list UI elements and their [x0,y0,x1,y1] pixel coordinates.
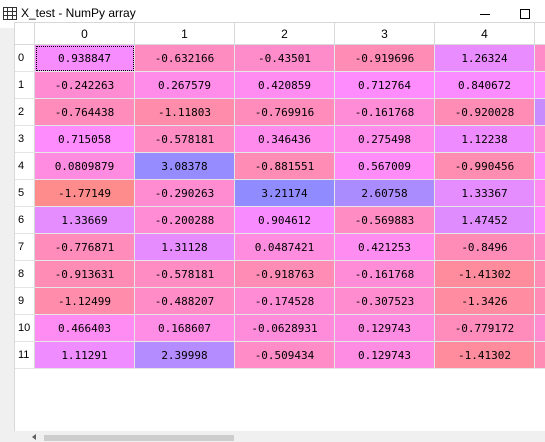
table-cell[interactable]: -0.43501 [235,45,335,72]
table-cell[interactable]: -0.578181 [135,126,235,153]
table-cell-overflow[interactable] [535,45,545,72]
minimize-button[interactable] [475,4,495,24]
scroll-left-icon[interactable] [32,434,36,440]
row-header-9[interactable]: 9 [15,288,35,315]
table-cell[interactable]: 0.712764 [335,72,435,99]
row-header-5[interactable]: 5 [15,180,35,207]
table-cell[interactable]: -0.776871 [35,234,135,261]
table-cell[interactable]: 1.47452 [435,207,535,234]
table-cell[interactable]: -0.307523 [335,288,435,315]
row-header-2[interactable]: 2 [15,99,35,126]
table-cell[interactable]: -1.77149 [35,180,135,207]
row-header-7[interactable]: 7 [15,234,35,261]
table-cell[interactable]: 0.129743 [335,315,435,342]
table-cell[interactable]: 0.346436 [235,126,335,153]
row-header-11[interactable]: 11 [15,342,35,369]
table-cell[interactable]: 0.466403 [35,315,135,342]
column-header-3[interactable]: 3 [335,23,435,45]
table-cell-overflow[interactable] [535,261,545,288]
row-header-1[interactable]: 1 [15,72,35,99]
table-cell[interactable]: -0.919696 [335,45,435,72]
table-cell-overflow[interactable] [535,207,545,234]
scrollbar-thumb[interactable] [44,435,234,441]
table-cell[interactable]: 0.0809879 [35,153,135,180]
table-cell[interactable]: 3.21174 [235,180,335,207]
horizontal-scrollbar[interactable] [14,433,545,442]
table-cell[interactable]: -0.509434 [235,342,335,369]
row-header-4[interactable]: 4 [15,153,35,180]
table-cell[interactable]: 0.0487421 [235,234,335,261]
table-cell[interactable]: 1.26324 [435,45,535,72]
table-cell[interactable]: 0.840672 [435,72,535,99]
table-cell[interactable]: -1.3426 [435,288,535,315]
array-table[interactable]: 0 1 2 3 4 0 0.938847 -0.632166 -0.43501 -0.919696… [14,22,545,431]
table-cell-overflow[interactable] [535,234,545,261]
table-cell[interactable]: -0.918763 [235,261,335,288]
table-cell-overflow[interactable] [535,126,545,153]
window-title: X_test - NumPy array [21,6,136,20]
table-cell[interactable]: -0.913631 [35,261,135,288]
table-cell[interactable]: 0.420859 [235,72,335,99]
table-cell[interactable]: -0.779172 [435,315,535,342]
table-cell[interactable]: 1.33669 [35,207,135,234]
table-cell[interactable]: -0.769916 [235,99,335,126]
table-cell[interactable]: -1.41302 [435,342,535,369]
maximize-button[interactable] [515,4,535,24]
table-cell[interactable]: -0.632166 [135,45,235,72]
table-cell[interactable]: -0.0628931 [235,315,335,342]
table-cell-overflow[interactable] [535,180,545,207]
table-cell[interactable]: -1.41302 [435,261,535,288]
table-cell[interactable]: -0.578181 [135,261,235,288]
table-corner [15,23,35,45]
table-cell[interactable]: -0.161768 [335,261,435,288]
table-cell[interactable]: 0.938847 [35,45,135,72]
column-header-1[interactable]: 1 [135,23,235,45]
table-cell-overflow[interactable] [535,342,545,369]
table-cell[interactable]: 0.715058 [35,126,135,153]
table-cell[interactable]: -0.990456 [435,153,535,180]
table-cell[interactable]: 0.421253 [335,234,435,261]
table-cell[interactable]: -0.290263 [135,180,235,207]
table-cell[interactable]: -0.161768 [335,99,435,126]
table-cell-overflow[interactable] [535,72,545,99]
table-cell[interactable]: 0.168607 [135,315,235,342]
table-cell[interactable]: 1.11291 [35,342,135,369]
table-cell-overflow[interactable] [535,99,545,126]
table-cell[interactable]: -0.920028 [435,99,535,126]
table-cell[interactable]: 0.267579 [135,72,235,99]
table-cell[interactable]: -0.764438 [35,99,135,126]
table-cell[interactable]: -0.569883 [335,207,435,234]
table-cell[interactable]: 0.904612 [235,207,335,234]
table-cell[interactable]: -0.8496 [435,234,535,261]
column-header-2[interactable]: 2 [235,23,335,45]
table-cell[interactable]: 3.08378 [135,153,235,180]
table-cell[interactable]: -0.174528 [235,288,335,315]
table-cell[interactable]: 2.39998 [135,342,235,369]
table-cell[interactable]: -1.12499 [35,288,135,315]
table-cell[interactable]: 1.31128 [135,234,235,261]
row-header-6[interactable]: 6 [15,207,35,234]
table-cell[interactable]: 0.567009 [335,153,435,180]
row-header-0[interactable]: 0 [15,45,35,72]
row-header-10[interactable]: 10 [15,315,35,342]
table-cell-overflow[interactable] [535,153,545,180]
row-header-8[interactable]: 8 [15,261,35,288]
table-cell[interactable]: -0.242263 [35,72,135,99]
row-header-3[interactable]: 3 [15,126,35,153]
table-cell[interactable]: -1.11803 [135,99,235,126]
table-cell[interactable]: -0.488207 [135,288,235,315]
table-cell-overflow[interactable] [535,288,545,315]
column-header-overflow[interactable] [535,23,545,45]
table-cell[interactable]: 0.275498 [335,126,435,153]
table-cell[interactable]: 1.33367 [435,180,535,207]
table-cell[interactable]: 2.60758 [335,180,435,207]
column-header-4[interactable]: 4 [435,23,535,45]
table-cell-overflow[interactable] [535,315,545,342]
table-cell[interactable]: -0.881551 [235,153,335,180]
table-cell[interactable]: 1.12238 [435,126,535,153]
column-header-0[interactable]: 0 [35,23,135,45]
table-cell[interactable]: 0.129743 [335,342,435,369]
table-cell[interactable]: -0.200288 [135,207,235,234]
